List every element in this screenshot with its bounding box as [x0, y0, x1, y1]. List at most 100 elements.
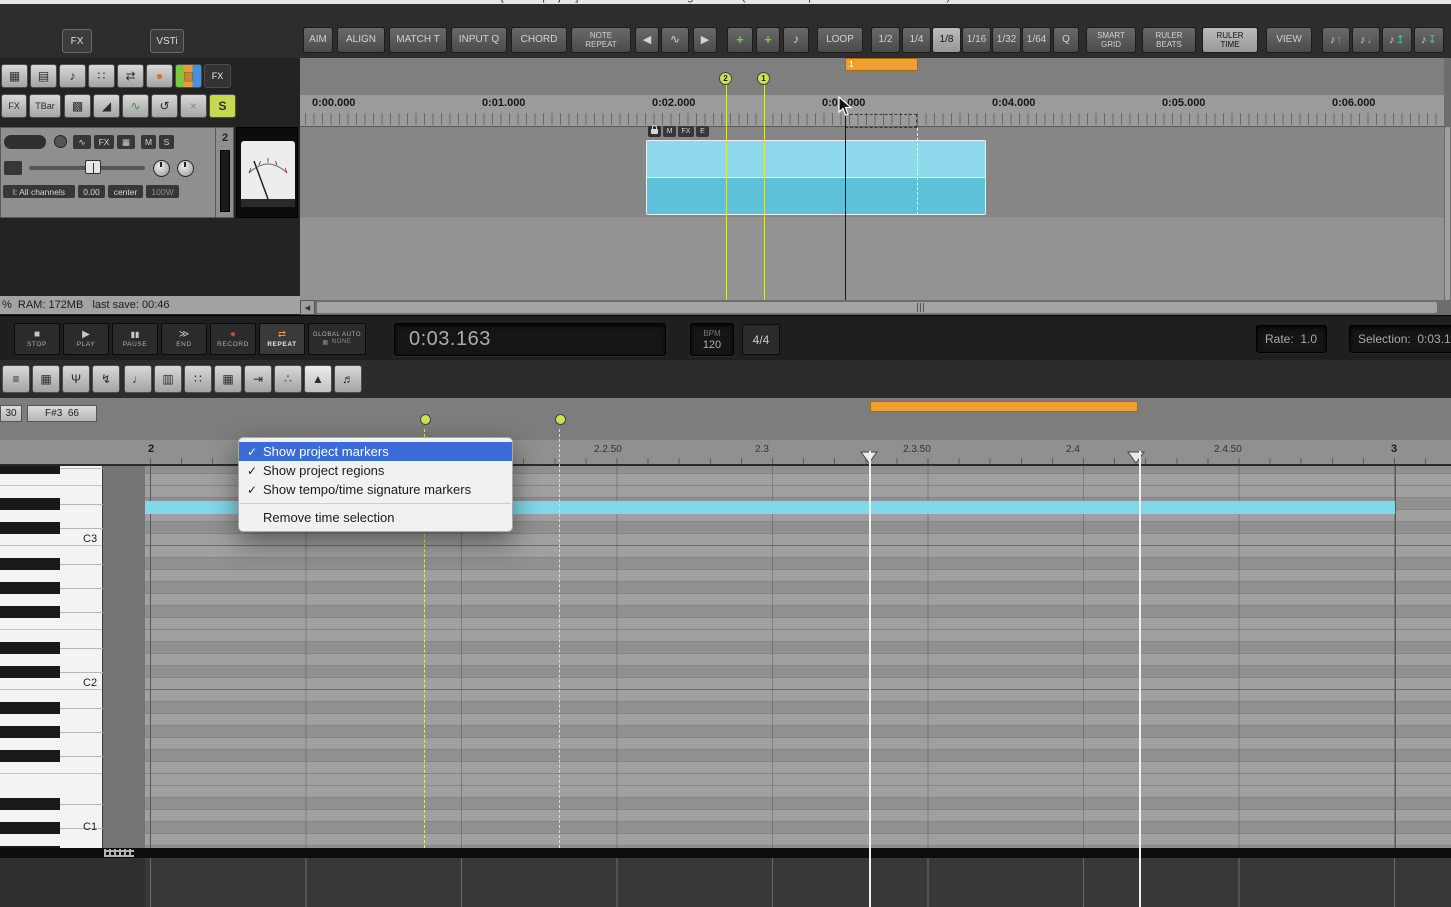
loop-selection-bar[interactable]: 1	[845, 58, 918, 71]
vertical-scrollbar[interactable]	[1444, 58, 1451, 300]
horizontal-scrollbar[interactable]: ◀	[300, 300, 1451, 315]
tbar-icon[interactable]: TBar	[29, 94, 61, 118]
close-icon[interactable]: ×	[180, 94, 207, 118]
fx-chain-icon[interactable]: FX	[204, 64, 231, 88]
fader-mode-button[interactable]	[4, 161, 22, 175]
grid-1-16-button[interactable]: 1/16	[962, 27, 991, 53]
grid-1-32-button[interactable]: 1/32	[992, 27, 1021, 53]
pan-knob[interactable]	[153, 160, 170, 177]
docker-icon[interactable]: ▤	[30, 64, 57, 88]
midi-menu-icon[interactable]: ≡	[2, 365, 30, 393]
scrollbar-handle[interactable]	[317, 302, 1437, 313]
record-mode-icon[interactable]: ●	[146, 64, 173, 88]
sync-icon[interactable]: ⇥	[244, 365, 272, 393]
staff-view-icon[interactable]: ▥	[154, 365, 182, 393]
width-knob[interactable]	[177, 160, 194, 177]
scrollbar-grip[interactable]	[917, 303, 926, 312]
vertical-scrollbar-handle[interactable]	[1445, 127, 1450, 300]
piano-view-icon[interactable]: ♩	[124, 365, 152, 393]
lane-resize-grip[interactable]	[104, 849, 134, 857]
snap-icon[interactable]: ∷	[88, 64, 115, 88]
mute-button[interactable]: M	[141, 135, 156, 149]
marker-1[interactable]: 1	[757, 72, 770, 85]
menu-item-show-tempo-markers[interactable]: ✓ Show tempo/time signature markers	[239, 480, 512, 499]
ruler-beats-button[interactable]: RULER BEATS	[1142, 27, 1196, 53]
envelope-mode-icon[interactable]: ∿	[122, 94, 149, 118]
record-arm-button[interactable]	[54, 135, 67, 148]
midi-loop-bar[interactable]	[870, 401, 1138, 412]
chord-button[interactable]: CHORD	[511, 27, 567, 53]
volume-readout[interactable]: 0.00	[78, 185, 105, 198]
pan-readout[interactable]: center	[108, 185, 143, 198]
lightning-icon[interactable]: ↯	[92, 365, 120, 393]
envelope-icon[interactable]: ∿	[661, 27, 689, 53]
midi-input-badge[interactable]: l: All channels	[3, 185, 75, 198]
menu-item-remove-time-selection[interactable]: Remove time selection	[239, 508, 512, 527]
undo-icon[interactable]: ↺	[151, 94, 178, 118]
ruler-time-button[interactable]: RULER TIME	[1202, 27, 1258, 53]
match-t-button[interactable]: MATCH T	[389, 27, 447, 53]
rate-display[interactable]: Rate: 1.0	[1256, 325, 1327, 353]
note-icon[interactable]: ♪	[783, 27, 809, 53]
add-track-icon[interactable]: +	[727, 27, 753, 53]
menu-item-show-project-regions[interactable]: ✓ Show project regions	[239, 461, 512, 480]
aim-button[interactable]: AIM	[303, 27, 333, 53]
play-button[interactable]: ▶ PLAY	[63, 323, 109, 355]
time-signature-button[interactable]: 4/4	[742, 324, 780, 355]
marker-2[interactable]: 2	[719, 72, 732, 85]
empty-lane[interactable]	[300, 217, 1451, 300]
nav-forward-icon[interactable]: ▶	[693, 27, 717, 53]
quantize-button[interactable]: Q	[1053, 27, 1079, 53]
grid-1-4-button[interactable]: 1/4	[902, 27, 931, 53]
theme-color-icon[interactable]: ▨	[175, 64, 202, 88]
selection-display[interactable]: Selection: 0:03.1	[1349, 325, 1451, 353]
scroll-left-button[interactable]: ◀	[300, 300, 315, 315]
vsti-button[interactable]: VSTi	[150, 29, 184, 53]
global-auto-button[interactable]: GLOBAL AUTO ▦ NONE	[308, 323, 366, 355]
smart-grid-button[interactable]: SMART GRID	[1086, 27, 1136, 53]
grid-1-2-button[interactable]: 1/2	[871, 27, 900, 53]
menu-item-show-project-markers[interactable]: ✓ Show project markers	[239, 442, 512, 461]
pause-button[interactable]: ▮▮ PAUSE	[112, 323, 158, 355]
midi-marker-dot-2[interactable]	[555, 414, 566, 425]
midi-grid-icon[interactable]: ▦	[32, 365, 60, 393]
item-mute-badge[interactable]: M	[663, 126, 676, 137]
bpm-display[interactable]: BPM 120	[690, 323, 734, 356]
lane-divider[interactable]	[0, 848, 1451, 858]
fx-button[interactable]: FX	[62, 29, 92, 53]
nav-back-icon[interactable]: ◀	[635, 27, 659, 53]
item-fx-badge[interactable]: FX	[678, 126, 694, 137]
add-lane-icon[interactable]: +	[756, 27, 780, 53]
tuning-fork-icon[interactable]: Ψ	[62, 365, 90, 393]
fx-toggle-icon[interactable]: FX	[1, 94, 27, 118]
item-env-badge[interactable]: E	[696, 126, 709, 137]
track-io-button[interactable]: ▦	[117, 135, 135, 149]
align-button[interactable]: ALIGN	[337, 27, 385, 53]
transport-time-display[interactable]: 0:03.163	[394, 323, 666, 356]
loop-button[interactable]: LOOP	[817, 27, 863, 53]
stop-button[interactable]: ■ STOP	[14, 323, 60, 355]
midi-marker-dot-1[interactable]	[420, 414, 431, 425]
loop-end-handle[interactable]	[1127, 451, 1145, 464]
input-q-button[interactable]: INPUT Q	[451, 27, 507, 53]
item-grouping-icon[interactable]: ▩	[64, 94, 91, 118]
piano-black-keys[interactable]	[0, 466, 60, 850]
note-repeat-button[interactable]: NOTE REPEAT	[571, 27, 631, 53]
drum-view-icon[interactable]: ∷	[184, 365, 212, 393]
step-input-icon[interactable]: ∴	[274, 365, 302, 393]
volume-fader-handle[interactable]	[85, 160, 101, 174]
eject-icon[interactable]: ▲	[304, 365, 332, 393]
fade-icon[interactable]: ◢	[93, 94, 120, 118]
note-quantize-icon[interactable]: ♬	[334, 365, 362, 393]
repeat-button[interactable]: ⇄ REPEAT	[259, 323, 305, 355]
view-button[interactable]: VIEW	[1266, 27, 1312, 53]
track-control-panel[interactable]: ∿ FX ▦ M S l: All channels 0.00 center 1…	[0, 127, 233, 218]
note-octave-up-icon[interactable]: ♪ ↥	[1382, 27, 1412, 53]
media-item[interactable]	[646, 140, 986, 215]
track-name-field[interactable]	[4, 135, 46, 149]
end-button[interactable]: ≫ END	[161, 323, 207, 355]
arrange-area[interactable]: 0:00.000 0:01.000 0:02.000 0:03.000 0:04…	[300, 58, 1451, 315]
note-up-icon[interactable]: ♪ ↑	[1322, 27, 1350, 53]
grid-settings-icon[interactable]: ▦	[214, 365, 242, 393]
solo-button[interactable]: S	[159, 135, 174, 149]
